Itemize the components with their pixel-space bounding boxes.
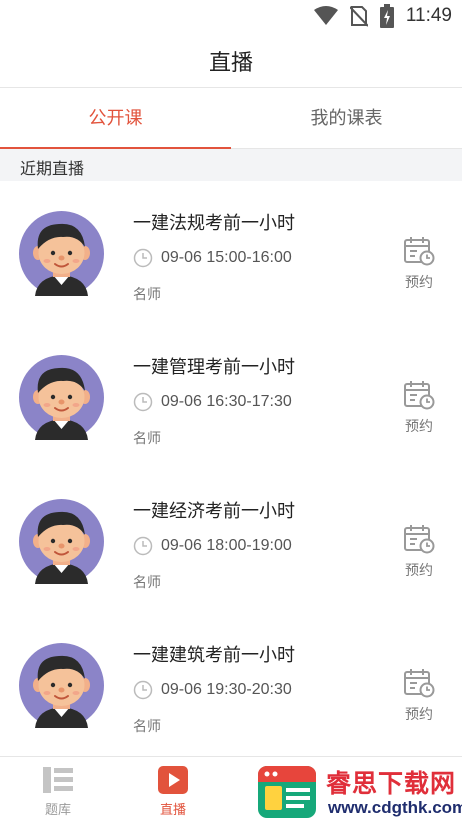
course-time: 09-06 18:00-19:00 [161, 537, 292, 554]
watermark-url: www.cdgthk.com [328, 798, 462, 817]
reserve-button[interactable]: 预约 [396, 523, 442, 580]
live-play-icon [158, 766, 188, 794]
nav-live[interactable]: 直播 [133, 765, 213, 818]
top-bar: 直播 [0, 32, 462, 88]
teacher-avatar [19, 355, 104, 440]
nav-label: 直播 [159, 803, 186, 818]
battery-charging-icon [379, 4, 394, 28]
tab-public-course[interactable]: 公开课 [0, 88, 231, 149]
tab-my-schedule[interactable]: 我的课表 [231, 88, 462, 149]
wifi-icon [313, 6, 338, 25]
course-list: 一建法规考前一小时 09-06 15:00-16:00 名师 预约 一建管理考前… [0, 181, 462, 757]
course-time: 09-06 16:30-17:30 [161, 393, 292, 410]
clock-icon [133, 248, 153, 268]
teacher-label: 名师 [133, 287, 161, 303]
status-icons: 11:49 [313, 4, 452, 28]
tab-bar: 公开课 我的课表 [0, 88, 462, 149]
site-logo [258, 766, 316, 818]
reserve-label: 预约 [405, 275, 433, 291]
reserve-label: 预约 [405, 563, 433, 579]
clock-icon [133, 680, 153, 700]
reserve-button[interactable]: 预约 [396, 379, 442, 436]
course-title: 一建建筑考前一小时 [133, 645, 295, 666]
calendar-clock-icon [404, 237, 435, 266]
course-time-row: 09-06 18:00-19:00 [133, 536, 292, 556]
reserve-label: 预约 [405, 419, 433, 435]
teacher-avatar [19, 643, 104, 728]
clock-icon [133, 392, 153, 412]
teacher-label: 名师 [133, 431, 161, 447]
clock-icon [133, 536, 153, 556]
page-title: 直播 [208, 51, 253, 76]
course-item[interactable]: 一建管理考前一小时 09-06 16:30-17:30 名师 预约 [0, 325, 462, 469]
teacher-avatar [19, 499, 104, 584]
nav-question-bank[interactable]: 题库 [18, 765, 98, 818]
reserve-button[interactable]: 预约 [396, 235, 442, 292]
watermark-title: 睿思下载网 [326, 769, 457, 798]
teacher-avatar [19, 211, 104, 296]
course-item[interactable]: 一建建筑考前一小时 09-06 19:30-20:30 名师 预约 [0, 613, 462, 757]
teacher-label: 名师 [133, 575, 161, 591]
reserve-button[interactable]: 预约 [396, 667, 442, 724]
calendar-clock-icon [404, 525, 435, 554]
reserve-label: 预约 [405, 707, 433, 723]
course-time: 09-06 15:00-16:00 [161, 249, 292, 266]
status-time: 11:49 [405, 5, 452, 26]
nav-label: 题库 [44, 803, 71, 818]
course-title: 一建经济考前一小时 [133, 501, 295, 522]
course-time-row: 09-06 19:30-20:30 [133, 680, 292, 700]
question-bank-icon [43, 767, 73, 793]
course-time-row: 09-06 15:00-16:00 [133, 248, 292, 268]
course-title: 一建管理考前一小时 [133, 357, 295, 378]
course-item[interactable]: 一建法规考前一小时 09-06 15:00-16:00 名师 预约 [0, 181, 462, 325]
calendar-clock-icon [404, 669, 435, 698]
section-header: 近期直播 [0, 149, 462, 181]
teacher-label: 名师 [133, 719, 161, 735]
calendar-clock-icon [404, 381, 435, 410]
status-bar: 11:49 [0, 0, 462, 32]
watermark: 睿思下载网 www.cdgthk.com [256, 762, 462, 821]
course-time: 09-06 19:30-20:30 [161, 681, 292, 698]
course-title: 一建法规考前一小时 [133, 213, 295, 234]
no-sim-icon [349, 6, 368, 27]
course-item[interactable]: 一建经济考前一小时 09-06 18:00-19:00 名师 预约 [0, 469, 462, 613]
course-time-row: 09-06 16:30-17:30 [133, 392, 292, 412]
section-title: 近期直播 [20, 159, 85, 178]
